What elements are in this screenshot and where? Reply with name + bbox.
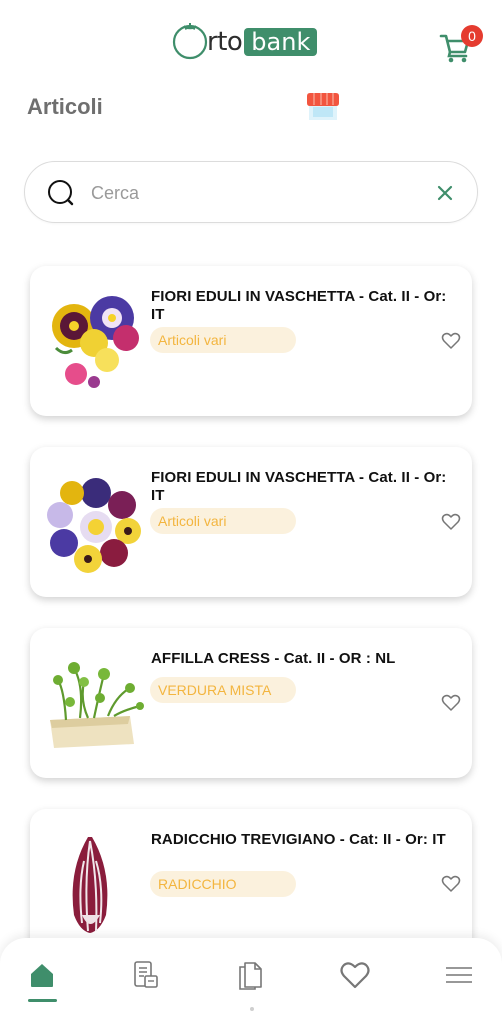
product-title: RADICCHIO TREVIGIANO - Cat: II - Or: IT [151,831,446,848]
product-image-edible-flowers [47,478,141,573]
home-indicator-dot [250,1007,254,1011]
product-card[interactable]: AFFILLA CRESS - Cat. II - OR : NL VERDUR… [30,628,472,778]
product-image-radicchio [72,837,108,933]
menu-icon [446,967,472,983]
product-card[interactable]: RADICCHIO TREVIGIANO - Cat: II - Or: IT … [30,809,472,959]
product-image-affilla-cress [50,662,144,748]
favorite-heart-icon[interactable] [441,874,461,894]
search-input[interactable] [91,176,411,210]
store-icon[interactable] [306,92,340,122]
nav-orders[interactable] [129,958,163,992]
logo-text-rto: rto [207,27,243,57]
product-category-tag: Articoli vari [150,327,296,353]
close-icon[interactable] [433,181,457,205]
logo-text-bank: bank [244,28,318,56]
product-title: AFFILLA CRESS - Cat. II - OR : NL [151,650,396,667]
product-image-edible-flowers [52,296,139,388]
search-bar [24,161,478,223]
tomato-logo-icon [172,23,208,60]
favorite-heart-icon[interactable] [441,693,461,713]
product-title: FIORI EDULI IN VASCHETTA - Cat. II - Or:… [151,288,447,323]
page-title: Articoli [27,94,103,119]
favorite-heart-icon[interactable] [441,331,461,351]
nav-menu[interactable] [442,958,476,992]
ortobank-logo[interactable]: rto bank [171,20,318,60]
product-category-tag: Articoli vari [150,508,296,534]
documents-icon [239,962,262,990]
active-tab-indicator [28,999,57,1002]
product-card[interactable]: FIORI EDULI IN VASCHETTA - Cat. II - Or:… [30,266,472,416]
product-category-tag: RADICCHIO [150,871,296,897]
orders-icon [134,961,158,988]
nav-documents[interactable] [233,958,267,992]
bottom-navigation [0,938,502,1021]
product-card[interactable]: FIORI EDULI IN VASCHETTA - Cat. II - Or:… [30,447,472,597]
favorite-heart-icon[interactable] [441,512,461,532]
product-category-tag: VERDURA MISTA [150,677,296,703]
search-icon [48,180,74,206]
nav-favorites[interactable] [338,958,372,992]
product-title: FIORI EDULI IN VASCHETTA - Cat. II - Or:… [151,469,447,504]
app-header: rto bank 0 [0,0,502,80]
heart-icon [340,962,370,989]
home-icon [31,964,53,987]
cart-count-badge: 0 [461,25,483,47]
nav-home[interactable] [25,958,59,992]
